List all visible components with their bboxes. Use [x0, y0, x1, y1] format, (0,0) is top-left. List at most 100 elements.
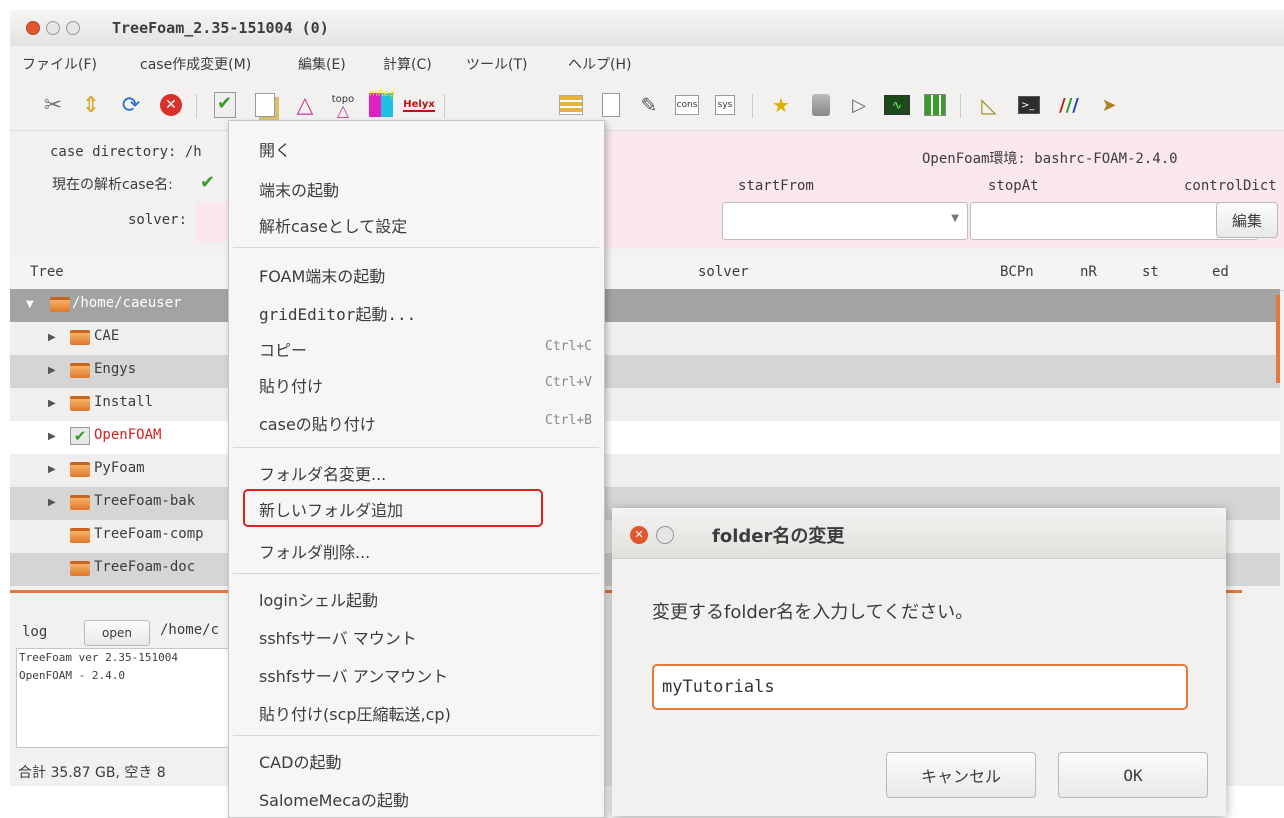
topo-icon[interactable]: topo △	[328, 90, 358, 120]
log-text-area[interactable]: TreeFoam ver 2.35-151004 OpenFOAM - 2.4.…	[16, 648, 232, 748]
terminal-icon[interactable]: >_	[1014, 90, 1044, 120]
menu-item-delete-folder[interactable]: フォルダ削除...	[259, 539, 370, 563]
menu-item-launch-cad[interactable]: CADの起動	[259, 749, 341, 773]
sys-icon[interactable]: sys	[710, 90, 740, 120]
mesh-triangle-icon[interactable]: △	[290, 90, 320, 120]
refresh-icon[interactable]: ⟳	[116, 90, 146, 120]
tree-row-label: TreeFoam-comp	[94, 526, 204, 542]
folder-icon	[70, 561, 90, 576]
dialog-close-button[interactable]: ✕	[630, 526, 648, 544]
log-path: /home/c	[160, 622, 220, 638]
stop-at-select[interactable]: ▼	[970, 202, 1258, 240]
menu-calc[interactable]: 計算(C)	[383, 54, 432, 74]
menu-item-paste-case[interactable]: caseの貼り付け	[259, 411, 376, 435]
menu-tools[interactable]: ツール(T)	[466, 54, 527, 74]
tools-icon[interactable]: ✂	[38, 90, 68, 120]
log-label: log	[22, 624, 48, 640]
case-info-panel: case directory: /h 現在の解析case名: ✔ solver:…	[10, 132, 1284, 252]
mreg-icon[interactable]: mReg	[366, 89, 396, 120]
menu-item-foam-terminal[interactable]: FOAM端末の起動	[259, 263, 385, 287]
tree-row[interactable]: ▼ /home/caeuser	[10, 289, 1280, 322]
monitor-icon[interactable]: ∿	[882, 90, 912, 120]
tree-row[interactable]: ▶ PyFoam	[10, 454, 1280, 487]
solver-field	[196, 202, 228, 242]
close-window-button[interactable]	[26, 21, 40, 35]
collapsed-triangle-icon[interactable]: ▶	[48, 332, 56, 343]
menu-file[interactable]: ファイル(F)	[22, 54, 97, 74]
tree-row[interactable]: ▶ Install	[10, 388, 1280, 421]
menu-item-grid-editor[interactable]: gridEditor起動...	[259, 301, 416, 325]
solver-column-header[interactable]: solver	[698, 264, 749, 280]
color-bars-icon[interactable]: / / /	[1054, 90, 1084, 120]
menu-item-paste-scp[interactable]: 貼り付け(scp圧縮転送,cp)	[259, 701, 451, 725]
menu-item-login-shell[interactable]: loginシェル起動	[259, 587, 378, 611]
ed-column-header[interactable]: ed	[1212, 264, 1229, 280]
menu-edit[interactable]: 編集(E)	[298, 54, 346, 74]
star-doc-icon[interactable]: ★	[766, 90, 796, 120]
toolbar-separator	[752, 94, 753, 118]
menu-item-launch-terminal[interactable]: 端末の起動	[259, 177, 339, 201]
menu-item-launch-salome[interactable]: SalomeMecaの起動	[259, 787, 409, 811]
db-icon[interactable]	[806, 90, 836, 120]
arrow-icon[interactable]: ➤	[1094, 90, 1124, 120]
collapsed-triangle-icon[interactable]: ▶	[48, 431, 56, 442]
control-dict-label: controlDict	[1184, 178, 1277, 194]
st-column-header[interactable]: st	[1142, 264, 1159, 280]
maximize-window-button[interactable]	[66, 21, 80, 35]
collapsed-triangle-icon[interactable]: ▶	[48, 464, 56, 475]
nr-column-header[interactable]: nR	[1080, 264, 1097, 280]
tree-row-label: TreeFoam-bak	[94, 493, 196, 509]
folder-name-input[interactable]: myTutorials	[652, 664, 1188, 710]
folder-icon	[70, 363, 90, 378]
tree-row[interactable]: ▶ ✔ OpenFOAM	[10, 421, 1280, 454]
copy-doc-icon[interactable]	[250, 90, 280, 120]
check-doc-icon[interactable]: ✔	[210, 90, 240, 120]
collapsed-triangle-icon[interactable]: ▶	[48, 365, 56, 376]
tree-row[interactable]: ▶ CAE	[10, 322, 1280, 355]
tree-scrollbar[interactable]	[1276, 295, 1280, 383]
current-case-check-icon: ✔	[200, 172, 216, 193]
menu-item-sshfs-unmount[interactable]: sshfsサーバ アンマウント	[259, 663, 448, 687]
menu-item-rename-folder[interactable]: フォルダ名変更...	[259, 461, 386, 485]
stop-at-label: stopAt	[988, 178, 1039, 194]
checked-folder-icon: ✔	[70, 427, 90, 445]
control-dict-edit-button[interactable]: 編集	[1216, 202, 1278, 238]
helyx-icon[interactable]: Helyx	[403, 90, 435, 120]
menu-item-copy[interactable]: コピー	[259, 337, 307, 361]
menu-item-open[interactable]: 開く	[259, 137, 291, 161]
menu-item-paste[interactable]: 貼り付け	[259, 373, 323, 397]
collapsed-triangle-icon[interactable]: ▶	[48, 398, 56, 409]
menu-item-sshfs-mount[interactable]: sshfsサーバ マウント	[259, 625, 417, 649]
solver-label: solver:	[128, 212, 188, 228]
minimize-window-button[interactable]	[46, 21, 60, 35]
ok-button[interactable]: OK	[1058, 752, 1208, 798]
grid-icon[interactable]	[556, 90, 586, 120]
stop-icon[interactable]: ✕	[156, 90, 186, 120]
menu-item-new-folder[interactable]: 新しいフォルダ追加	[259, 497, 403, 521]
rename-folder-dialog: ✕ folder名の変更 変更するfolder名を入力してください。 myTut…	[612, 508, 1226, 816]
edit-doc-icon[interactable]: ✎	[634, 90, 664, 120]
menu-separator	[233, 247, 599, 248]
document-icon[interactable]	[596, 90, 626, 120]
panel-icon[interactable]	[920, 90, 950, 120]
start-from-select[interactable]: ▼	[722, 202, 968, 240]
play-icon[interactable]: ▷	[844, 90, 874, 120]
toolbar: ✂ ⇕ ⟳ ✕ ✔ △ topo △ mReg Helyx ✎ cons sys…	[10, 78, 1284, 131]
mreg-label: mReg	[369, 89, 395, 99]
dialog-maximize-button[interactable]	[656, 526, 674, 544]
tree-row[interactable]: ▶ Engys	[10, 355, 1280, 388]
collapsed-triangle-icon[interactable]: ▶	[48, 497, 56, 508]
menu-help[interactable]: ヘルプ(H)	[568, 54, 631, 74]
tree-column-header[interactable]: Tree	[30, 264, 64, 280]
cancel-button[interactable]: キャンセル	[886, 752, 1036, 798]
log-open-button[interactable]: open	[84, 620, 150, 646]
bcpn-column-header[interactable]: BCPn	[1000, 264, 1034, 280]
menu-item-set-case[interactable]: 解析caseとして設定	[259, 213, 407, 237]
up-down-arrows-icon[interactable]: ⇕	[76, 90, 106, 120]
ruler-icon[interactable]: ◺	[974, 90, 1004, 120]
log-line: TreeFoam ver 2.35-151004	[19, 651, 178, 664]
menu-case[interactable]: case作成変更(M)	[140, 54, 251, 74]
cons-icon[interactable]: cons	[672, 90, 702, 120]
log-line: OpenFOAM - 2.4.0	[19, 669, 125, 682]
expanded-triangle-icon[interactable]: ▼	[26, 299, 34, 310]
